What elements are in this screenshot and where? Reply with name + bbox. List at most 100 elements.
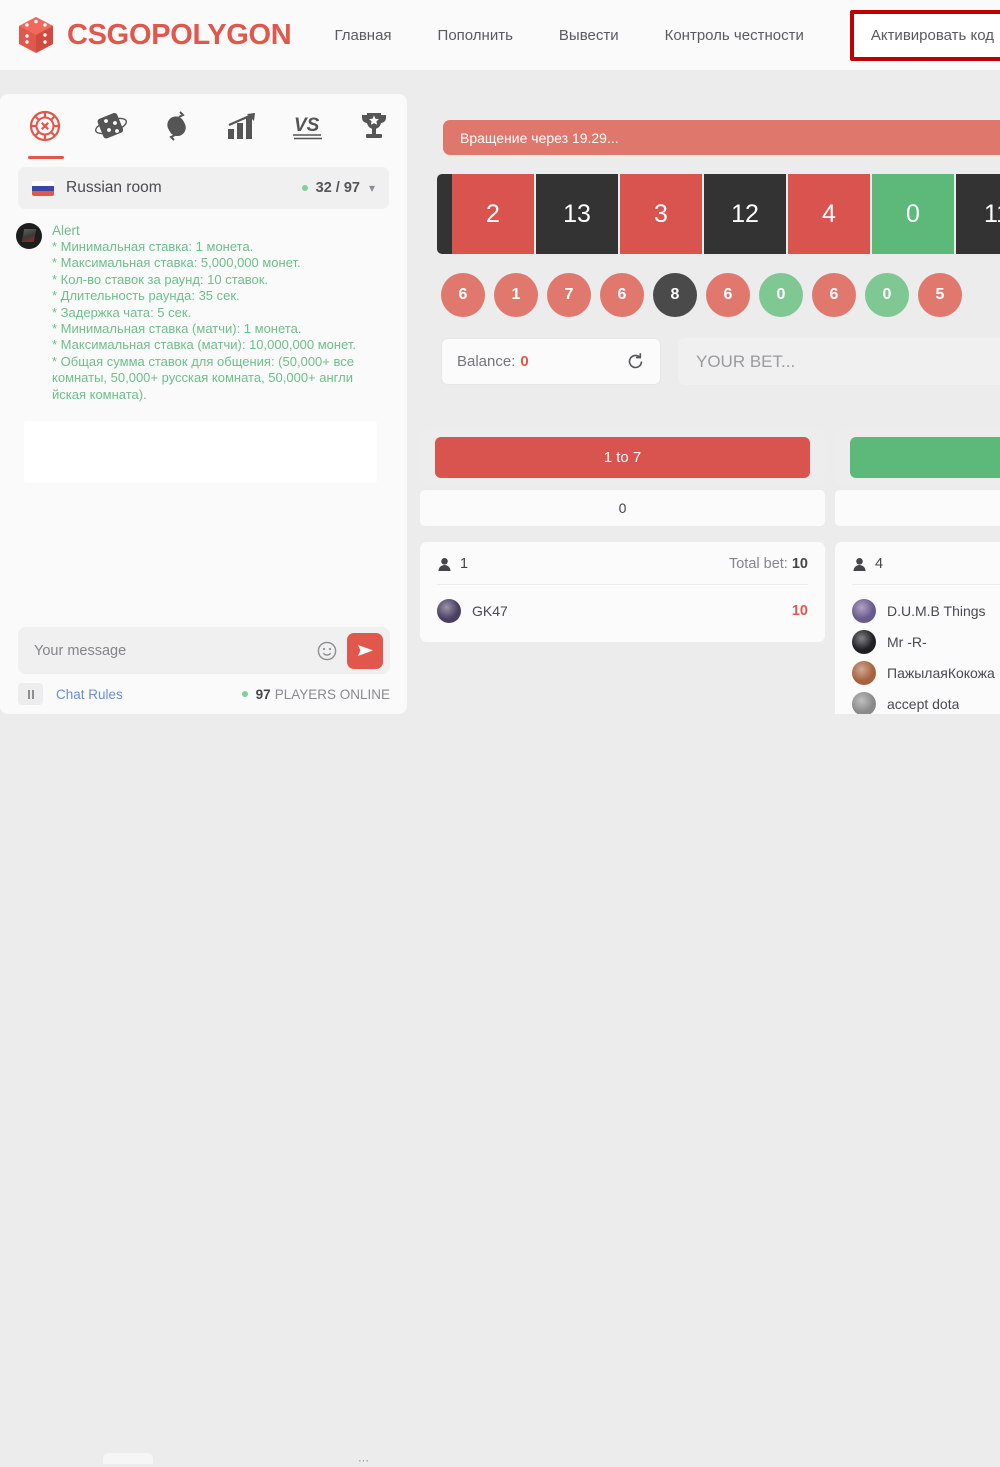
balance-value: 0	[520, 353, 529, 370]
balance-label: Balance:	[457, 353, 516, 370]
mode-crash[interactable]	[144, 100, 210, 152]
bottom-partial-glyph: ⋯	[358, 1455, 369, 1467]
smiley-icon[interactable]	[317, 641, 337, 661]
alert-line: * Длительность раунда: 35 сек.	[52, 288, 240, 304]
avatar	[852, 629, 876, 654]
send-icon[interactable]	[347, 632, 383, 669]
bet-total-red: 0	[420, 490, 825, 526]
history-item[interactable]: 5	[918, 273, 962, 317]
game-mode-bar: VS	[0, 94, 407, 159]
activate-code-button[interactable]: Активировать код	[849, 9, 1000, 61]
roulette-tile: 12	[704, 174, 786, 254]
bet-player-name: ПажылаяКокожа	[887, 664, 995, 681]
chat-embed-placeholder	[24, 421, 377, 484]
mode-growth[interactable]	[209, 100, 275, 152]
online-label: PLAYERS ONLINE	[274, 686, 390, 702]
history-item[interactable]: 6	[441, 273, 485, 317]
bet-player-name: GK47	[472, 602, 508, 619]
bet-column-red: 1 to 7 0	[420, 430, 825, 526]
bet-player-name: accept dota	[887, 695, 960, 712]
history-item[interactable]: 6	[812, 273, 856, 317]
refresh-icon[interactable]	[626, 352, 645, 371]
online-players: 97 PLAYERS ONLINE	[241, 686, 390, 702]
panel-player-count: 1	[460, 556, 469, 572]
main-nav: Главная Пополнить Вывести Контроль честн…	[334, 9, 1000, 61]
avatar	[852, 598, 876, 623]
alert-line: * Задержка чата: 5 сек.	[52, 304, 192, 320]
nav-deposit[interactable]: Пополнить	[438, 27, 513, 44]
alert-line: * Минимальная ставка (матчи): 1 монета.	[52, 321, 302, 337]
panel-head-red: 1 Total bet: 10	[437, 556, 808, 572]
chat-footer: Chat Rules 97 PLAYERS ONLINE	[18, 683, 390, 705]
bet-button-green[interactable]	[850, 437, 1000, 478]
person-icon	[438, 557, 451, 571]
panel-divider	[852, 584, 1000, 585]
online-count: 97	[255, 686, 271, 702]
history-item[interactable]: 0	[865, 273, 909, 317]
strip-lead-tile	[437, 174, 452, 254]
left-panel: VS Russian room 32 / 97 ▾ Alert * Минима…	[0, 94, 407, 714]
bet-row[interactable]: Mr -R-	[852, 626, 1000, 657]
dice-cube-icon	[16, 15, 56, 55]
alert-line: * Максимальная ставка: 5,000,000 монет.	[52, 255, 301, 271]
mode-tournament[interactable]	[341, 100, 407, 152]
roll-history: 6 1 7 6 8 6 0 6 0 5	[441, 273, 962, 317]
mode-dice[interactable]	[78, 100, 144, 152]
history-item[interactable]: 6	[706, 273, 750, 317]
panel-total-value: 10	[791, 556, 808, 572]
chat-rules-link[interactable]: Chat Rules	[56, 687, 123, 702]
bet-row[interactable]: ПажылаяКокожа	[852, 657, 1000, 688]
nav-home[interactable]: Главная	[334, 27, 391, 44]
spin-timer-text: Вращение через 19.29...	[460, 129, 619, 146]
svg-text:VS: VS	[294, 115, 320, 136]
mode-roulette[interactable]	[12, 100, 78, 159]
bet-input[interactable]	[696, 351, 1000, 372]
chat-input[interactable]	[34, 642, 317, 659]
vs-icon: VS	[293, 115, 323, 140]
chat-messages: Alert * Минимальная ставка: 1 монета. * …	[0, 209, 407, 484]
alert-avatar	[16, 223, 42, 249]
balance-box: Balance: 0	[441, 338, 661, 385]
nav-fairness[interactable]: Контроль честности	[665, 27, 804, 44]
chat-message-alert: Alert * Минимальная ставка: 1 монета. * …	[16, 223, 391, 403]
room-name: Russian room	[66, 179, 162, 196]
chat-input-row[interactable]	[18, 627, 390, 674]
history-item[interactable]: 0	[759, 273, 803, 317]
roulette-tile: 3	[620, 174, 702, 254]
roulette-tile: 11	[956, 174, 1000, 254]
page-bottom-strip: ⋯	[0, 714, 1000, 1467]
room-count: 32 / 97	[315, 180, 360, 196]
roulette-tile: 0	[872, 174, 954, 254]
bet-panel-red: 1 Total bet: 10 GK47 10	[420, 542, 825, 642]
history-item[interactable]: 8	[653, 273, 697, 317]
panel-total-bet: Total bet: 10	[729, 556, 808, 572]
roulette-chip-icon	[29, 110, 61, 142]
history-item[interactable]: 1	[494, 273, 538, 317]
bet-row[interactable]: GK47 10	[437, 595, 808, 626]
dice-icon	[94, 112, 127, 139]
mode-versus[interactable]: VS	[275, 100, 341, 152]
roulette-tile: 4	[788, 174, 870, 254]
russia-flag-icon	[32, 180, 54, 196]
avatar	[852, 691, 876, 716]
roulette-tile: 13	[536, 174, 618, 254]
bet-input-box[interactable]	[678, 338, 1000, 385]
bet-row[interactable]: D.U.M.B Things	[852, 595, 1000, 626]
bet-player-name: D.U.M.B Things	[887, 602, 986, 619]
history-item[interactable]: 7	[547, 273, 591, 317]
room-selector[interactable]: Russian room 32 / 97 ▾	[18, 167, 389, 209]
panel-divider	[437, 584, 808, 585]
chevron-down-icon[interactable]: ▾	[369, 181, 375, 195]
pause-icon[interactable]	[18, 683, 43, 705]
nav-withdraw[interactable]: Вывести	[559, 27, 619, 44]
spin-timer-banner: Вращение через 19.29...	[443, 120, 1000, 155]
bet-button-wrap-green	[835, 430, 1000, 485]
panel-total-label: Total bet:	[728, 556, 788, 572]
logo-block[interactable]: CSGOPOLYGON	[16, 15, 292, 55]
trophy-icon	[362, 113, 387, 138]
bet-button-1-to-7[interactable]: 1 to 7	[435, 437, 810, 478]
panel-head-green: 4	[852, 556, 1000, 572]
history-item[interactable]: 6	[600, 273, 644, 317]
person-icon	[853, 557, 866, 571]
site-header: CSGOPOLYGON Главная Пополнить Вывести Ко…	[0, 0, 1000, 71]
